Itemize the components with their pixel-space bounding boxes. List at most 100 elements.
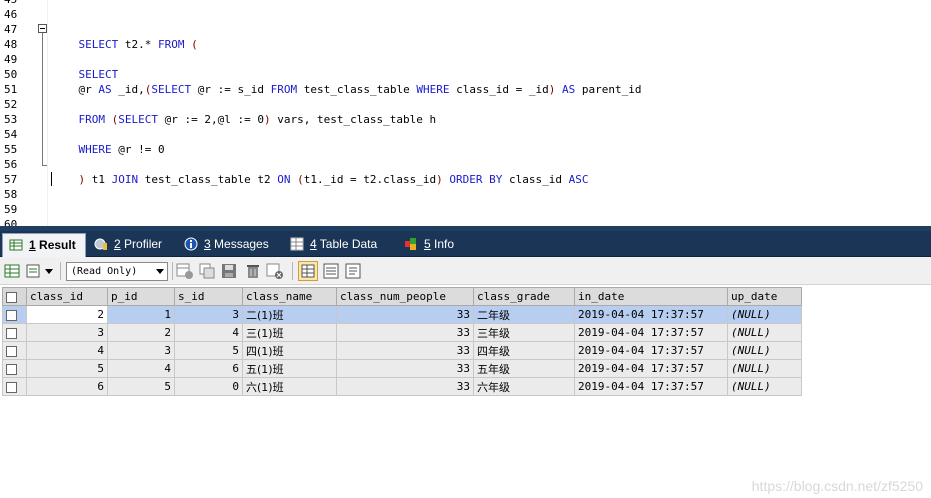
cell-in-date[interactable]: 2019-04-04 17:37:57 <box>574 323 728 342</box>
cell-class-id[interactable]: 5 <box>26 359 108 378</box>
cell-class-id[interactable]: 6 <box>26 377 108 396</box>
cell-up-date[interactable]: (NULL) <box>727 341 802 360</box>
cell-up-date[interactable]: (NULL) <box>727 359 802 378</box>
sql-keyword: JOIN <box>111 173 139 186</box>
cell-class-name[interactable]: 六(1)班 <box>242 377 337 396</box>
form-view-icon[interactable] <box>322 262 340 280</box>
cell-class-name[interactable]: 四(1)班 <box>242 341 337 360</box>
tab-label: Profiler <box>120 237 163 251</box>
export-grid-icon[interactable] <box>4 262 22 280</box>
cell-up-date[interactable]: (NULL) <box>727 323 802 342</box>
row-checkbox[interactable] <box>2 305 27 324</box>
row-checkbox[interactable] <box>2 341 27 360</box>
cell-class-name[interactable]: 五(1)班 <box>242 359 337 378</box>
table-row[interactable]: 3 2 4 三(1)班 33 三年级 2019-04-04 17:37:57 (… <box>2 323 802 342</box>
tab-result[interactable]: 1 Result <box>2 233 86 257</box>
table-row[interactable]: 4 3 5 四(1)班 33 四年级 2019-04-04 17:37:57 (… <box>2 341 802 360</box>
cell-class-num-people[interactable]: 33 <box>336 323 474 342</box>
column-header[interactable]: class_id <box>26 287 108 306</box>
cell-p-id[interactable]: 2 <box>107 323 175 342</box>
line-number: 47 <box>4 23 18 36</box>
cell-class-grade[interactable]: 四年级 <box>473 341 575 360</box>
cell-s-id[interactable]: 0 <box>174 377 243 396</box>
cell-in-date[interactable]: 2019-04-04 17:37:57 <box>574 305 728 324</box>
toolbar-separator <box>292 262 293 280</box>
table-row[interactable]: 6 5 0 六(1)班 33 六年级 2019-04-04 17:37:57 (… <box>2 377 802 396</box>
sql-editor[interactable]: 45 46 47 48 49 50 51 52 53 54 55 56 57 5… <box>0 0 931 228</box>
cell-class-id[interactable]: 3 <box>26 323 108 342</box>
select-all-checkbox[interactable] <box>2 287 27 306</box>
cell-s-id[interactable]: 3 <box>174 305 243 324</box>
duplicate-row-icon[interactable] <box>198 262 216 280</box>
collapse-fold-icon[interactable] <box>38 24 47 33</box>
table-row[interactable]: 5 4 6 五(1)班 33 五年级 2019-04-04 17:37:57 (… <box>2 359 802 378</box>
sql-paren: ( <box>184 38 198 51</box>
sql-text: vars, test_class_table h <box>270 113 437 126</box>
cell-in-date[interactable]: 2019-04-04 17:37:57 <box>574 359 728 378</box>
select-value: (Read Only) <box>71 266 138 277</box>
cell-class-grade[interactable]: 二年级 <box>473 305 575 324</box>
row-checkbox[interactable] <box>2 323 27 342</box>
cell-up-date[interactable]: (NULL) <box>727 305 802 324</box>
chevron-down-icon[interactable] <box>44 262 54 280</box>
tab-table-data[interactable]: 4 Table Data <box>284 233 394 255</box>
row-checkbox[interactable] <box>2 377 27 396</box>
column-header[interactable]: in_date <box>574 287 728 306</box>
column-header[interactable]: class_name <box>242 287 337 306</box>
column-header[interactable]: up_date <box>727 287 802 306</box>
sql-keyword: FROM <box>270 83 298 96</box>
delete-icon[interactable] <box>244 262 262 280</box>
sql-paren: ( <box>297 173 304 186</box>
save-icon[interactable] <box>220 262 238 280</box>
sql-keyword: AS <box>562 83 576 96</box>
cell-class-num-people[interactable]: 33 <box>336 305 474 324</box>
row-checkbox[interactable] <box>2 359 27 378</box>
sql-keyword: SELECT <box>151 83 192 96</box>
tab-number: 1 <box>29 238 36 252</box>
cell-s-id[interactable]: 6 <box>174 359 243 378</box>
cell-in-date[interactable]: 2019-04-04 17:37:57 <box>574 341 728 360</box>
grid-view-icon[interactable] <box>298 261 318 281</box>
read-only-mode-select[interactable]: (Read Only) <box>66 262 168 281</box>
tab-info[interactable]: 5 Info <box>398 233 468 255</box>
checkbox-icon <box>6 327 17 339</box>
cell-p-id[interactable]: 1 <box>107 305 175 324</box>
cancel-changes-icon[interactable] <box>266 262 284 280</box>
cell-class-num-people[interactable]: 33 <box>336 359 474 378</box>
cell-class-grade[interactable]: 五年级 <box>473 359 575 378</box>
sql-text: class_id = _id <box>449 83 549 96</box>
cell-p-id[interactable]: 3 <box>107 341 175 360</box>
tab-profiler[interactable]: 2 Profiler <box>88 233 172 255</box>
cell-s-id[interactable]: 4 <box>174 323 243 342</box>
column-header[interactable]: class_num_people <box>336 287 474 306</box>
cell-class-id[interactable]: 2 <box>26 305 108 324</box>
column-header[interactable]: p_id <box>107 287 175 306</box>
line-number: 48 <box>4 38 18 51</box>
column-header[interactable]: class_grade <box>473 287 575 306</box>
column-header[interactable]: s_id <box>174 287 243 306</box>
view-mode-icon[interactable] <box>26 262 44 280</box>
cell-class-num-people[interactable]: 33 <box>336 377 474 396</box>
tab-number: 2 <box>114 237 121 251</box>
result-grid[interactable]: class_id p_id s_id class_name class_num_… <box>2 287 802 396</box>
cell-class-grade[interactable]: 三年级 <box>473 323 575 342</box>
cell-class-num-people[interactable]: 33 <box>336 341 474 360</box>
cell-class-id[interactable]: 4 <box>26 341 108 360</box>
text-view-icon[interactable] <box>344 262 362 280</box>
insert-row-icon[interactable] <box>176 262 194 280</box>
tab-messages[interactable]: 3 Messages <box>178 233 278 255</box>
cell-p-id[interactable]: 4 <box>107 359 175 378</box>
cell-class-name[interactable]: 二(1)班 <box>242 305 337 324</box>
sql-keyword: FROM <box>78 113 106 126</box>
sql-text: t2.* <box>118 38 158 51</box>
cell-class-name[interactable]: 三(1)班 <box>242 323 337 342</box>
checkbox-icon <box>6 363 17 375</box>
cell-s-id[interactable]: 5 <box>174 341 243 360</box>
cell-in-date[interactable]: 2019-04-04 17:37:57 <box>574 377 728 396</box>
cell-class-grade[interactable]: 六年级 <box>473 377 575 396</box>
fold-guide-line <box>42 33 43 165</box>
cell-p-id[interactable]: 5 <box>107 377 175 396</box>
table-row[interactable]: 2 1 3 二(1)班 33 二年级 2019-04-04 17:37:57 (… <box>2 305 802 324</box>
cell-up-date[interactable]: (NULL) <box>727 377 802 396</box>
line-number: 51 <box>4 83 18 96</box>
